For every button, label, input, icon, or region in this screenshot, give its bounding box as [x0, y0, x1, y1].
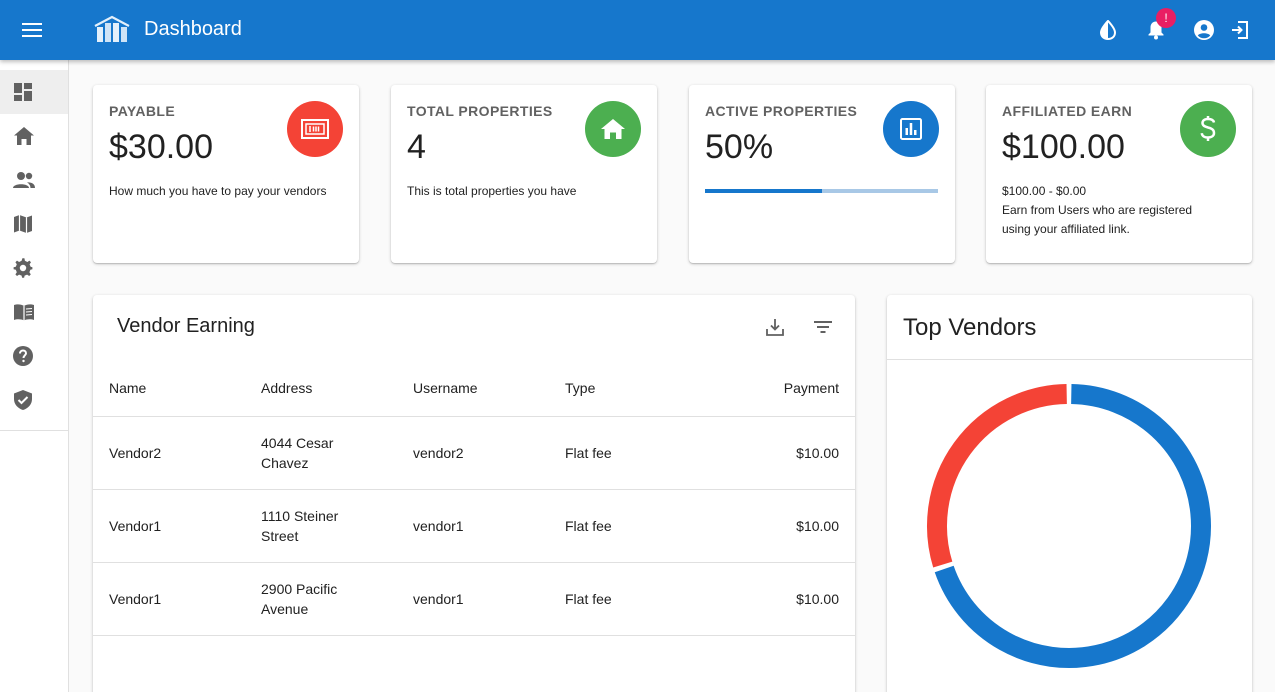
cell-address-line2: Street: [261, 528, 299, 544]
active-properties-card: ACTIVE PROPERTIES 50%: [689, 85, 955, 263]
contrast-icon: [1099, 20, 1117, 40]
total-properties-card: TOTAL PROPERTIES 4 This is total propert…: [391, 85, 657, 263]
cell-address-line1: 2900 Pacific: [261, 581, 338, 597]
cell-name: Vendor1: [109, 518, 162, 534]
chart-icon: [883, 101, 939, 157]
sidebar-item-help[interactable]: [0, 334, 68, 378]
cell-address: 1110 Steiner Street: [261, 506, 338, 546]
cell-payment: $10.00: [796, 445, 839, 461]
money-icon: [287, 101, 343, 157]
top-vendors-card: Top Vendors: [887, 295, 1252, 692]
cell-type: Flat fee: [565, 445, 612, 461]
cell-address-line1: 4044 Cesar: [261, 435, 334, 451]
column-header-type[interactable]: Type: [565, 380, 595, 396]
cell-type: Flat fee: [565, 518, 612, 534]
book-icon: [14, 304, 34, 321]
settings-icon: [13, 258, 33, 278]
help-icon: [13, 346, 33, 366]
affiliated-earn-note-2: using your affiliated link.: [1002, 222, 1130, 236]
cell-payment: $10.00: [796, 518, 839, 534]
affiliated-earn-note-1: Earn from Users who are registered: [1002, 203, 1193, 217]
logo-icon: [93, 14, 131, 44]
vendor-earning-card: Vendor Earning Name Address Username Typ…: [93, 295, 855, 692]
home-icon: [14, 127, 34, 145]
sidebar-item-map[interactable]: [0, 202, 68, 246]
people-icon: [13, 172, 35, 188]
affiliated-earn-value: $100.00: [1002, 128, 1125, 166]
affiliated-earn-card: AFFILIATED EARN $100.00 $100.00 - $0.00 …: [986, 85, 1252, 263]
cell-address-line2: Avenue: [261, 601, 309, 617]
total-properties-description: This is total properties you have: [407, 184, 577, 198]
theme-toggle-button[interactable]: [1090, 12, 1126, 48]
payable-label: PAYABLE: [109, 103, 176, 119]
dashboard-icon: [14, 83, 32, 101]
home-icon: [585, 101, 641, 157]
top-vendors-donut-chart: [927, 384, 1211, 668]
donut-slice-1[interactable]: [927, 384, 1067, 568]
payable-card: PAYABLE $30.00 How much you have to pay …: [93, 85, 359, 263]
affiliated-earn-calc: $100.00 - $0.00: [1002, 184, 1087, 198]
active-properties-label: ACTIVE PROPERTIES: [705, 103, 858, 119]
sidebar-divider: [0, 430, 68, 431]
account-circle-icon: [1194, 20, 1214, 40]
column-header-username[interactable]: Username: [413, 380, 478, 396]
notifications-button[interactable]: !: [1138, 8, 1176, 48]
progress-fill: [705, 189, 822, 193]
account-button[interactable]: [1186, 12, 1222, 48]
cell-username: vendor2: [413, 445, 464, 461]
column-header-payment[interactable]: Payment: [784, 380, 839, 396]
table-row[interactable]: Vendor1 2900 Pacific Avenue vendor1 Flat…: [93, 563, 855, 636]
sidebar-item-dashboard[interactable]: [0, 70, 68, 114]
column-header-name[interactable]: Name: [109, 380, 146, 396]
table-row[interactable]: Vendor2 4044 Cesar Chavez vendor2 Flat f…: [93, 417, 855, 490]
cell-address-line2: Chavez: [261, 455, 309, 471]
cell-name: Vendor1: [109, 591, 162, 607]
cell-address: 2900 Pacific Avenue: [261, 579, 337, 619]
sidebar-item-users[interactable]: [0, 158, 68, 202]
sidebar-item-security[interactable]: [0, 378, 68, 422]
sidebar: [0, 60, 69, 692]
sidebar-item-docs[interactable]: [0, 290, 68, 334]
cell-address: 4044 Cesar Chavez: [261, 433, 333, 473]
cell-username: vendor1: [413, 591, 464, 607]
table-row[interactable]: Vendor1 1110 Steiner Street vendor1 Flat…: [93, 490, 855, 563]
download-button[interactable]: [761, 313, 789, 341]
cell-payment: $10.00: [796, 591, 839, 607]
cell-username: vendor1: [413, 518, 464, 534]
column-header-address[interactable]: Address: [261, 380, 312, 396]
active-properties-progress: [705, 189, 938, 193]
download-icon: [766, 319, 784, 336]
cell-address-line1: 1110 Steiner: [261, 508, 339, 524]
dollar-icon: [1180, 101, 1236, 157]
top-vendors-title: Top Vendors: [903, 314, 1037, 341]
map-icon: [14, 215, 32, 233]
row-divider: [93, 635, 855, 636]
notification-badge: !: [1156, 8, 1176, 28]
affiliated-earn-description: $100.00 - $0.00 Earn from Users who are …: [1002, 182, 1192, 239]
sidebar-item-home[interactable]: [0, 114, 68, 158]
app-bar: Dashboard !: [0, 0, 1275, 60]
total-properties-label: TOTAL PROPERTIES: [407, 103, 553, 119]
sidebar-item-settings[interactable]: [0, 246, 68, 290]
page-title: Dashboard: [144, 18, 242, 40]
active-properties-value: 50%: [705, 128, 774, 166]
logout-icon: [1232, 21, 1248, 39]
vendor-earning-title: Vendor Earning: [117, 315, 255, 337]
cell-name: Vendor2: [109, 445, 162, 461]
affiliated-earn-label: AFFILIATED EARN: [1002, 103, 1133, 119]
filter-button[interactable]: [809, 313, 837, 341]
logout-button[interactable]: [1222, 12, 1258, 48]
payable-description: How much you have to pay your vendors: [109, 184, 327, 198]
filter-icon: [814, 321, 832, 333]
total-properties-value: 4: [407, 128, 426, 166]
shield-icon: [14, 390, 32, 410]
menu-icon[interactable]: [14, 12, 50, 48]
payable-value: $30.00: [109, 128, 213, 166]
cell-type: Flat fee: [565, 591, 612, 607]
